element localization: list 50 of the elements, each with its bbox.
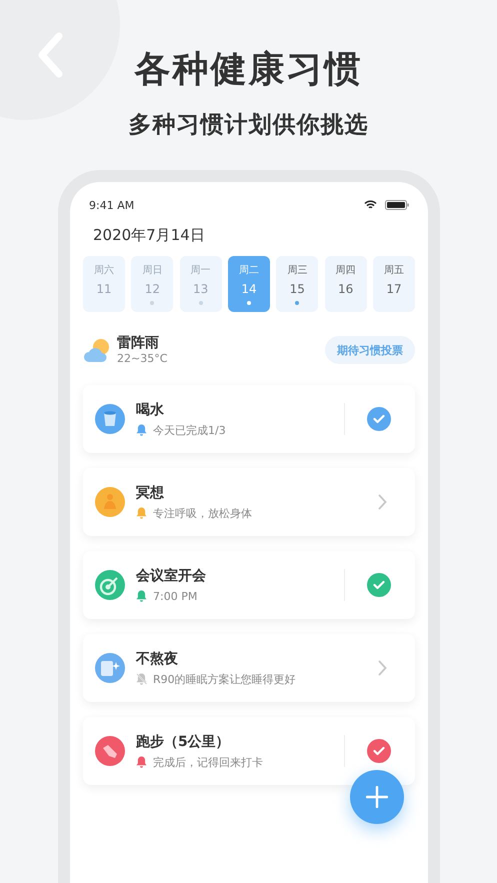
weekday-label: 周五 [384,264,404,278]
habit-note: 今天已完成1/3 [153,422,226,438]
wifi-icon [364,200,377,210]
headline: 各种健康习惯 [134,48,362,92]
check-button[interactable] [367,573,391,597]
habit-note: 7:00 PM [153,588,198,604]
habit-title: 喝水 [136,400,165,420]
day-number: 15 [290,281,305,298]
checkmark-icon [373,414,385,424]
add-button[interactable] [350,770,404,824]
weekday-label: 周四 [336,264,356,278]
weekday-label: 周日 [142,264,162,278]
battery-icon [385,200,409,210]
status-time: 9:41 AM [89,198,136,212]
habit-title: 不熬夜 [136,650,179,668]
day-tab[interactable]: 周三 15 [276,256,318,312]
subheadline: 多种习惯计划供你挑选 [128,111,368,140]
weekday-label: 周六 [94,264,114,278]
habit-note: R90的睡眠方案让您睡得更好 [153,672,296,686]
day-number: 11 [96,281,112,298]
check-button[interactable] [367,739,391,763]
day-number: 13 [193,281,208,298]
habit-card[interactable]: 跑步（5公里） 完成后，记得回来打卡 [83,717,415,785]
day-number: 14 [241,281,257,298]
day-tab[interactable]: 周五 17 [372,256,415,312]
weekday-label: 周一 [190,264,211,278]
temperature-range: 22~35°C [117,352,168,366]
habit-note: 完成后，记得回来打卡 [153,754,263,770]
habit-card[interactable]: 会议室开会 7:00 PM [83,551,415,619]
habit-title: 冥想 [136,484,165,502]
plus-icon [366,786,388,808]
day-tab[interactable]: 周四 16 [324,256,367,312]
weekday-label: 周三 [287,264,308,278]
day-number: 17 [386,281,402,298]
habit-card[interactable]: 喝水 今天已完成1/3 [83,385,415,453]
check-button[interactable] [367,407,391,431]
checkmark-icon [373,580,385,590]
habit-title: 跑步（5公里） [136,732,231,752]
weather-condition: 雷阵雨 [117,334,160,352]
day-number: 16 [338,281,354,298]
weekday-label: 周二 [238,264,259,278]
chevron-right-icon[interactable] [378,660,387,676]
date-title: 2020年7月14日 [92,225,206,246]
habit-note: 专注呼吸，放松身体 [153,506,252,520]
day-number: 12 [144,281,160,298]
chevron-right-icon[interactable] [378,494,387,510]
checkmark-icon [373,746,385,756]
habit-title: 会议室开会 [136,566,207,586]
habit-card[interactable]: 不熬夜 R90的睡眠方案让您睡得更好 [83,634,415,702]
habit-card[interactable]: 冥想 专注呼吸，放松身体 [83,468,415,536]
